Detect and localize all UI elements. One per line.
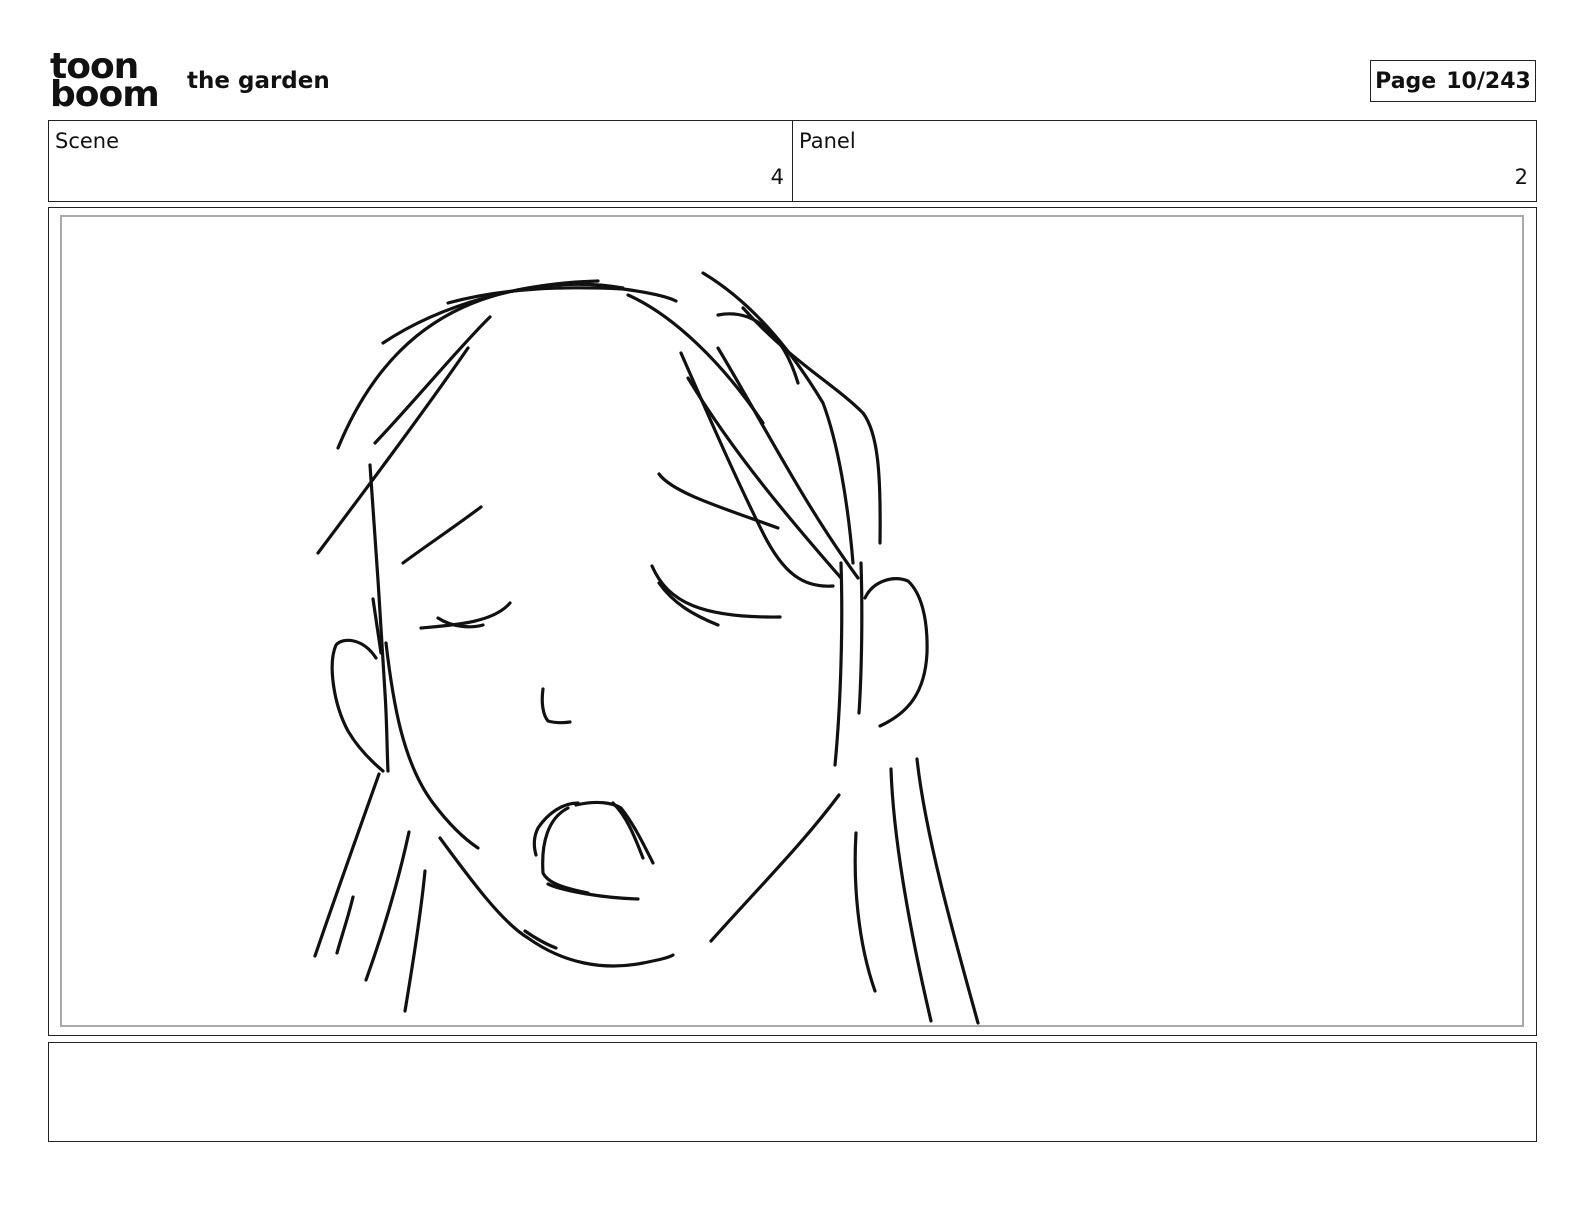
storyboard-panel — [48, 207, 1537, 1036]
page-number: 10/243 — [1446, 68, 1531, 94]
panel-notes-box — [48, 1042, 1537, 1142]
panel-label: Panel — [799, 129, 856, 153]
scene-panel-info: Scene 4 Panel 2 — [48, 120, 1537, 202]
scene-cell: Scene 4 — [49, 121, 792, 201]
panel-value: 2 — [1514, 165, 1528, 189]
logo-line-2: boom — [50, 74, 160, 115]
scene-value: 4 — [770, 165, 784, 189]
page-label: Page — [1375, 68, 1437, 94]
panel-drawing-area — [60, 215, 1524, 1027]
panel-cell: Panel 2 — [792, 121, 1536, 201]
face-sketch-image — [313, 271, 980, 1025]
project-title: the garden — [187, 68, 330, 94]
toonboom-logo: toon boom — [50, 49, 162, 115]
page-counter: Page 10/243 — [1370, 60, 1536, 102]
scene-label: Scene — [55, 129, 120, 153]
